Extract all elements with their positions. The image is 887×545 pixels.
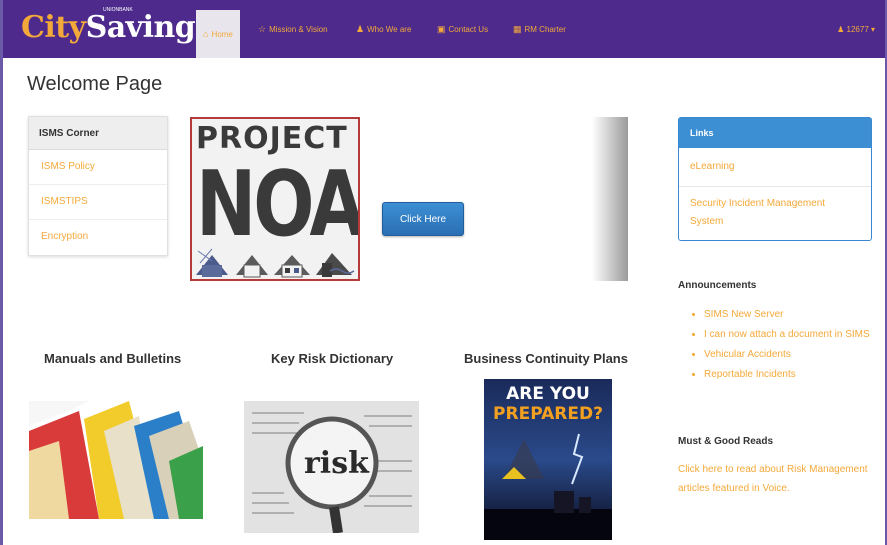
brand-tagline: UNIONBANK	[103, 7, 133, 13]
isms-corner-panel: ISMS Corner ISMS Policy ISMSTIPS Encrypt…	[28, 116, 168, 256]
links-panel: Links eLearning Security Incident Manage…	[678, 117, 872, 241]
home-icon: ⌂	[203, 29, 209, 39]
announcement-item[interactable]: SIMS New Server	[704, 305, 881, 325]
brand-savings: Savings	[85, 10, 213, 45]
isms-corner-heading: ISMS Corner	[29, 117, 167, 150]
houses-icon	[196, 248, 355, 278]
binders-icon	[29, 401, 203, 519]
business-continuity-title: Business Continuity Plans	[464, 351, 628, 366]
must-reads-link[interactable]: Click here to read about Risk Management…	[678, 460, 878, 498]
building-icon: ▦	[513, 23, 522, 34]
prepared-line1: ARE YOU	[506, 384, 590, 404]
page: CitySavings UNIONBANK ⌂ Home ☆ Mission &…	[0, 0, 887, 545]
brand-city: City	[21, 10, 86, 45]
star-icon: ☆	[258, 23, 267, 34]
user-menu[interactable]: ♟ 12677 ▾	[837, 25, 875, 34]
nav-contact-us[interactable]: ▣ Contact Us	[437, 18, 488, 40]
project-noah-banner[interactable]: PROJECT NOAH	[190, 117, 360, 281]
risk-dictionary-image[interactable]: risk	[244, 401, 419, 533]
nav-rm-charter-label: RM Charter	[524, 24, 566, 34]
user-icon: ♟	[837, 25, 845, 34]
nav-home[interactable]: ⌂ Home	[196, 10, 240, 58]
nav-mission-vision-label: Mission & Vision	[269, 24, 328, 34]
nav-mission-vision[interactable]: ☆ Mission & Vision	[258, 18, 328, 40]
risk-word: risk	[304, 446, 370, 481]
link-elearning[interactable]: eLearning	[679, 148, 871, 187]
user-icon: ♟	[356, 23, 365, 34]
prepared-line2: PREPARED?	[493, 404, 603, 424]
isms-link-encryption[interactable]: Encryption	[29, 220, 167, 255]
announcements-list: SIMS New Server I can now attach a docum…	[696, 305, 881, 385]
nav-rm-charter[interactable]: ▦ RM Charter	[513, 18, 566, 40]
link-security-incident-system[interactable]: Security Incident Management System	[679, 187, 871, 241]
announcement-item[interactable]: Reportable Incidents	[704, 365, 881, 385]
nav-contact-us-label: Contact Us	[448, 24, 489, 34]
gradient-image	[592, 117, 628, 281]
key-risk-dictionary-title: Key Risk Dictionary	[271, 351, 394, 366]
storm-icon: ARE YOU PREPARED?	[484, 379, 612, 540]
isms-link-policy[interactable]: ISMS Policy	[29, 150, 167, 185]
brand-logo[interactable]: CitySavings	[21, 10, 212, 45]
user-menu-label: 12677 ▾	[846, 25, 875, 34]
announcement-item[interactable]: I can now attach a document in SIMS	[704, 325, 881, 345]
page-title: Welcome Page	[27, 73, 163, 95]
nav-who-we-are-label: Who We are	[367, 24, 412, 34]
click-here-button[interactable]: Click Here	[382, 202, 464, 236]
magnifier-icon: risk	[244, 401, 419, 533]
nav-who-we-are[interactable]: ♟ Who We are	[356, 18, 411, 40]
top-navbar: CitySavings UNIONBANK ⌂ Home ☆ Mission &…	[3, 0, 885, 58]
manuals-image[interactable]	[29, 401, 203, 519]
manuals-bulletins-title: Manuals and Bulletins	[44, 351, 182, 366]
business-continuity-image[interactable]: ARE YOU PREPARED?	[484, 379, 612, 540]
announcements-title: Announcements	[678, 280, 757, 291]
nav-home-label: Home	[211, 29, 233, 39]
announcement-item[interactable]: Vehicular Accidents	[704, 345, 881, 365]
must-reads-title: Must & Good Reads	[678, 436, 774, 447]
links-heading: Links	[679, 118, 871, 148]
briefcase-icon: ▣	[437, 23, 446, 34]
isms-link-tips[interactable]: ISMSTIPS	[29, 185, 167, 220]
